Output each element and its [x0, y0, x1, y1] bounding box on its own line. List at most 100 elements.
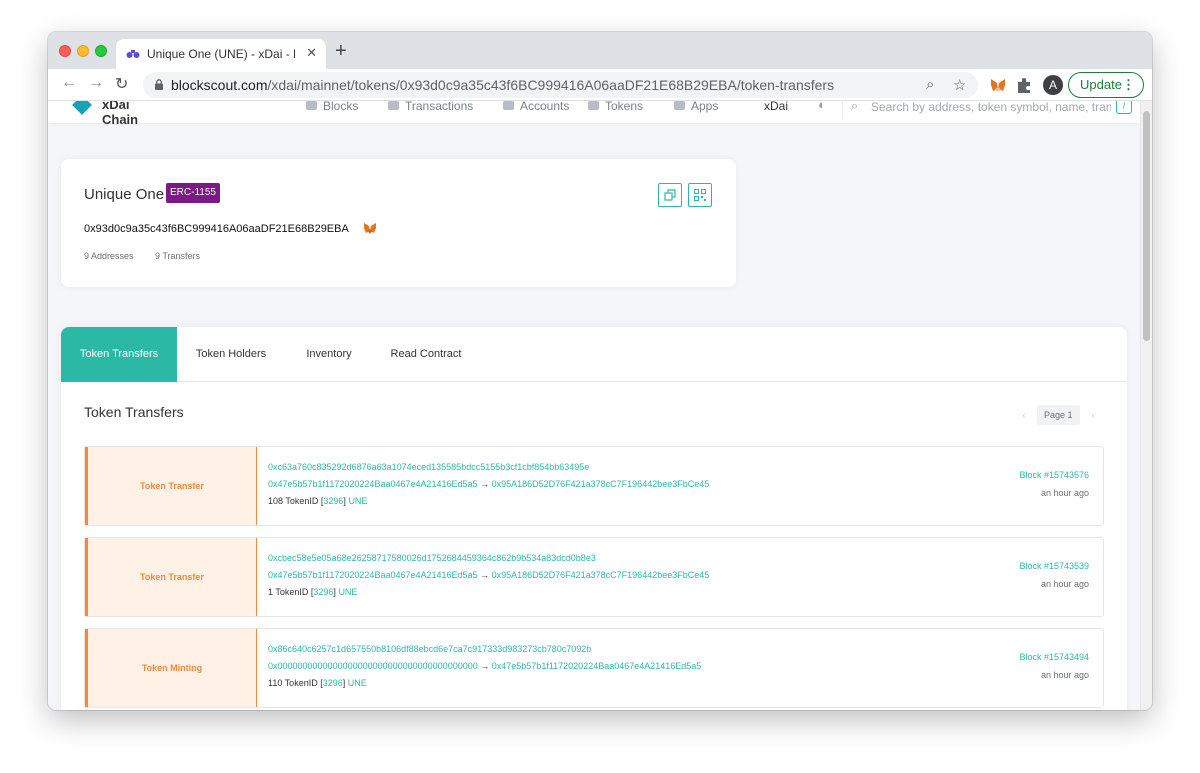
- zoom-icon[interactable]: ⌕: [926, 76, 934, 93]
- token-name: Unique One: [84, 186, 165, 203]
- update-label: Update: [1080, 77, 1122, 92]
- pager-current-page: Page 1: [1037, 405, 1080, 425]
- token-symbol-link[interactable]: UNE: [348, 496, 367, 506]
- tab-inventory[interactable]: Inventory: [295, 327, 363, 382]
- qr-code-button[interactable]: [688, 183, 712, 207]
- reload-icon[interactable]: ↻: [115, 74, 128, 94]
- update-button[interactable]: Update ⋮: [1068, 72, 1144, 98]
- transfer-type-label: Token Transfer: [85, 538, 257, 616]
- copy-address-button[interactable]: [658, 183, 682, 207]
- scrollbar-thumb[interactable]: [1143, 111, 1150, 341]
- transfer-time: an hour ago: [1040, 488, 1089, 498]
- close-window-button[interactable]: [59, 45, 71, 57]
- transfer-time: an hour ago: [1040, 579, 1089, 589]
- transfer-amount: 110 TokenID [3296] UNE: [268, 678, 367, 688]
- site-search-input[interactable]: Search by address, token symbol, name, t…: [871, 101, 1111, 114]
- search-shortcut-key: /: [1116, 101, 1132, 114]
- profile-avatar[interactable]: A: [1043, 75, 1063, 95]
- to-address-link[interactable]: 0x95A186D52D76F421a378cC7F196442bee3FbCe…: [492, 479, 710, 489]
- blocks-icon: [306, 101, 317, 110]
- tab-read-contract[interactable]: Read Contract: [383, 327, 469, 382]
- site-logo[interactable]: xDai Chain: [72, 101, 162, 127]
- block-number-link[interactable]: Block #15743494: [1019, 652, 1089, 662]
- amount-close: ]: [333, 587, 336, 597]
- nav-accounts-label: Accounts: [520, 101, 570, 113]
- token-overview-card: Unique One ERC-1155 0x93d0c9a35c43f6BC99…: [61, 159, 736, 287]
- metamask-add-token-icon[interactable]: [363, 221, 377, 235]
- close-tab-icon[interactable]: ✕: [306, 45, 317, 61]
- site-navbar: xDai Chain Blocks Transactions Accounts …: [48, 101, 1140, 127]
- extensions-puzzle-icon[interactable]: [1015, 76, 1033, 94]
- transfer-type-label: Token Minting: [85, 629, 257, 707]
- theme-toggle-icon[interactable]: ◐: [818, 101, 826, 112]
- transfer-route: 0x47e5b57b1f1172020224Baa0467e4A21416Ed5…: [268, 570, 709, 580]
- apps-icon: [674, 101, 685, 110]
- token-tabs: Token Transfers Token Holders Inventory …: [61, 327, 1127, 382]
- from-address-link[interactable]: 0x47e5b57b1f1172020224Baa0467e4A21416Ed5…: [268, 570, 478, 580]
- minimize-window-button[interactable]: [77, 45, 89, 57]
- nav-apps-label: Apps: [691, 101, 719, 113]
- address-bar[interactable]: blockscout.com/xdai/mainnet/tokens/0x93d…: [143, 72, 978, 98]
- page-scrollbar[interactable]: [1140, 101, 1152, 710]
- nav-transactions[interactable]: Transactions: [388, 101, 473, 113]
- browser-menu-icon[interactable]: ⋮: [1122, 73, 1135, 97]
- bookmark-star-icon[interactable]: ☆: [953, 76, 966, 94]
- section-title: Token Transfers: [84, 404, 184, 420]
- transfers-count: 9 Transfers: [155, 251, 201, 261]
- new-tab-button[interactable]: +: [335, 40, 347, 63]
- metamask-extension-icon[interactable]: [989, 76, 1007, 94]
- amount-close: ]: [343, 496, 346, 506]
- transaction-hash-link[interactable]: 0xcbec58e5e05a68e26258717580026d17526844…: [268, 553, 596, 563]
- transfer-time: an hour ago: [1040, 670, 1089, 680]
- nav-accounts[interactable]: Accounts: [503, 101, 569, 113]
- transactions-icon: [388, 101, 399, 110]
- from-address-link[interactable]: 0x47e5b57b1f1172020224Baa0467e4A21416Ed5…: [268, 479, 478, 489]
- token-symbol-link[interactable]: UNE: [338, 587, 357, 597]
- nav-apps[interactable]: Apps: [674, 101, 718, 113]
- tab-token-holders[interactable]: Token Holders: [187, 327, 275, 382]
- pager-next-button[interactable]: ›: [1086, 405, 1100, 425]
- addresses-count: 9 Addresses: [84, 251, 134, 261]
- token-symbol-link[interactable]: UNE: [348, 678, 367, 688]
- nav-network[interactable]: xDai: [764, 101, 788, 113]
- url-host: blockscout.com: [171, 77, 268, 93]
- nav-tokens-label: Tokens: [605, 101, 644, 113]
- transaction-hash-link[interactable]: 0xc63a760c835292d6876a63a1074eced135585b…: [268, 462, 589, 472]
- transfer-route: 0x47e5b57b1f1172020224Baa0467e4A21416Ed5…: [268, 479, 709, 489]
- amount-text: 108 TokenID [: [268, 496, 324, 506]
- forward-icon[interactable]: →: [88, 74, 104, 92]
- block-number-link[interactable]: Block #15743539: [1019, 561, 1089, 571]
- copy-icon: [664, 189, 676, 201]
- browser-toolbar: ← → ↻ blockscout.com/xdai/mainnet/tokens…: [48, 69, 1152, 101]
- tab-token-transfers[interactable]: Token Transfers: [61, 327, 177, 382]
- token-id-link[interactable]: 3296: [323, 678, 343, 688]
- token-id-link[interactable]: 3296: [323, 496, 343, 506]
- site-search[interactable]: ⌕ Search by address, token symbol, name,…: [842, 101, 1136, 120]
- amount-text: 110 TokenID [: [268, 678, 323, 688]
- browser-tab[interactable]: Unique One (UNE) - xDai - Blo ✕: [116, 39, 326, 69]
- from-address-link[interactable]: 0x00000000000000000000000000000000000000…: [268, 661, 478, 671]
- transfer-route: 0x00000000000000000000000000000000000000…: [268, 661, 701, 671]
- to-address-link[interactable]: 0x95A186D52D76F421a378cC7F196442bee3FbCe…: [492, 570, 710, 580]
- browser-window: Unique One (UNE) - xDai - Blo ✕ + ← → ↻ …: [48, 32, 1152, 710]
- to-address-link[interactable]: 0x47e5b57b1f1172020224Baa0467e4A21416Ed5…: [492, 661, 702, 671]
- nav-tokens[interactable]: Tokens: [588, 101, 643, 113]
- token-id-link[interactable]: 3296: [313, 587, 333, 597]
- accounts-icon: [503, 101, 514, 110]
- block-number-link[interactable]: Block #15743576: [1019, 470, 1089, 480]
- token-transfers-card: Token Transfers Token Holders Inventory …: [61, 327, 1127, 710]
- tokens-icon: [588, 101, 599, 110]
- xdai-logo-icon: [72, 101, 92, 115]
- arrow-right-icon: →: [480, 479, 490, 489]
- maximize-window-button[interactable]: [95, 45, 107, 57]
- transaction-hash-link[interactable]: 0x86c640c6257c1d657550b8106df88ebcd6e7ca…: [268, 644, 591, 654]
- transfer-amount: 1 TokenID [3296] UNE: [268, 587, 357, 597]
- arrow-right-icon: →: [480, 570, 490, 580]
- pager-prev-button[interactable]: ‹: [1017, 405, 1031, 425]
- nav-blocks[interactable]: Blocks: [306, 101, 358, 113]
- browser-tab-bar: Unique One (UNE) - xDai - Blo ✕ +: [48, 32, 1152, 69]
- url-path: /xdai/mainnet/tokens/0x93d0c9a35c43f6BC9…: [267, 77, 835, 93]
- token-standard-badge: ERC-1155: [166, 183, 220, 203]
- nav-blocks-label: Blocks: [323, 101, 359, 113]
- back-icon[interactable]: ←: [61, 74, 77, 92]
